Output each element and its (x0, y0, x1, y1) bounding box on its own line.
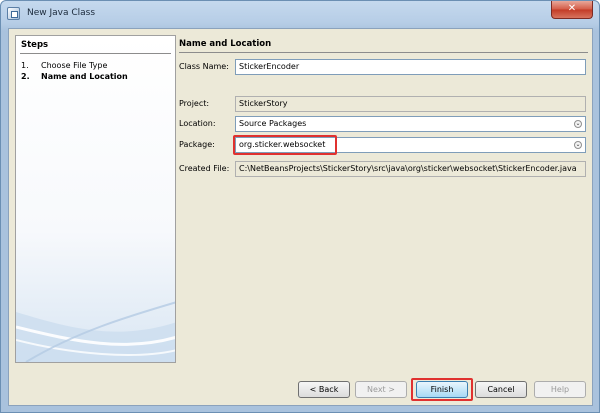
next-button[interactable]: Next > (355, 381, 407, 398)
chevron-down-icon[interactable]: ⌄ (574, 141, 582, 149)
panel-divider (179, 52, 588, 53)
dialog-window: New Java Class ✕ Steps 1. Choose File Typ… (0, 0, 600, 413)
created-file-label: Created File: (179, 164, 230, 173)
step-label: Choose File Type (41, 61, 108, 70)
cancel-button[interactable]: Cancel (475, 381, 527, 398)
panel-title: Name and Location (179, 39, 272, 49)
project-label: Project: (179, 99, 210, 108)
location-combo[interactable]: Source Packages ⌄ (235, 116, 586, 132)
class-name-label: Class Name: (179, 62, 229, 71)
title-bar[interactable]: New Java Class ✕ (1, 1, 599, 27)
help-button[interactable]: Help (534, 381, 586, 398)
finish-highlight-box (411, 378, 473, 401)
decorative-swoosh-graphic (16, 301, 175, 362)
window-title: New Java Class (27, 8, 96, 18)
step-label: Name and Location (41, 72, 128, 81)
button-bar: < Back Next > Finish Cancel Help (9, 364, 592, 405)
steps-divider (20, 53, 171, 54)
step-number: 2. (21, 72, 30, 81)
package-label: Package: (179, 140, 215, 149)
location-value: Source Packages (239, 119, 307, 128)
chevron-down-icon[interactable]: ⌄ (574, 120, 582, 128)
step-name-and-location: 2. Name and Location (21, 72, 128, 81)
steps-title: Steps (21, 40, 49, 50)
step-choose-file-type: 1. Choose File Type (21, 61, 107, 70)
app-window-icon (7, 7, 20, 20)
close-button[interactable]: ✕ (551, 1, 593, 19)
location-label: Location: (179, 119, 216, 128)
name-and-location-panel: Name and Location Class Name: StickerEnc… (179, 35, 588, 363)
class-name-field[interactable]: StickerEncoder (235, 59, 586, 75)
project-field: StickerStory (235, 96, 586, 112)
package-highlight-box (233, 135, 337, 155)
step-number: 1. (21, 61, 29, 70)
dialog-content: Steps 1. Choose File Type 2. Name and Loca… (8, 28, 593, 406)
steps-panel: Steps 1. Choose File Type 2. Name and Loca… (15, 35, 176, 363)
back-button[interactable]: < Back (298, 381, 350, 398)
created-file-field: C:\NetBeansProjects\StickerStory\src\jav… (235, 161, 586, 177)
